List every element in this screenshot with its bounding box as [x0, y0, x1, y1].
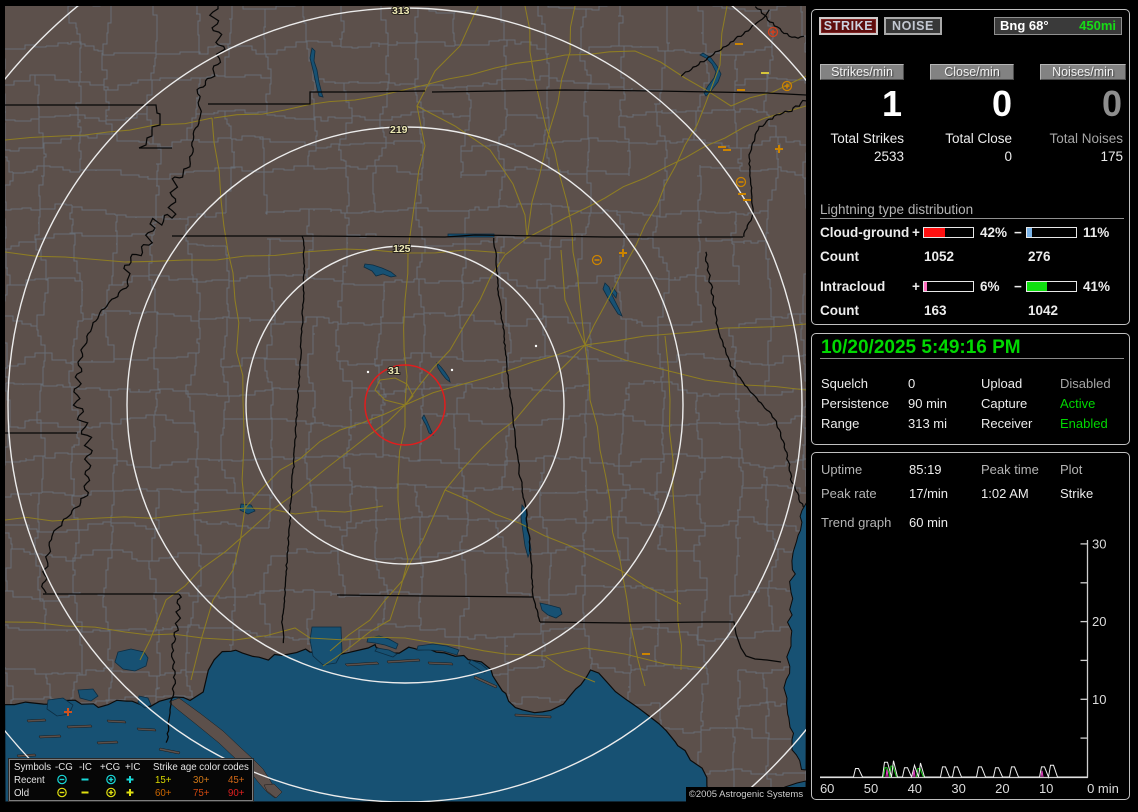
svg-text:20: 20: [995, 781, 1009, 796]
svg-text:+IC: +IC: [125, 762, 140, 773]
svg-text:60: 60: [820, 781, 834, 796]
svg-text:15+: 15+: [155, 775, 172, 786]
svg-text:219: 219: [390, 124, 408, 136]
svg-text:40: 40: [908, 781, 922, 796]
svg-text:31: 31: [388, 365, 400, 377]
svg-text:10: 10: [1039, 781, 1053, 796]
svg-text:30: 30: [1092, 536, 1106, 551]
svg-text:Symbols: Symbols: [14, 762, 51, 773]
svg-text:30+: 30+: [193, 775, 210, 786]
svg-text:-IC: -IC: [79, 762, 92, 773]
svg-text:60+: 60+: [155, 788, 172, 799]
svg-text:313: 313: [392, 6, 410, 17]
svg-text:0 min: 0 min: [1087, 781, 1119, 796]
svg-text:20: 20: [1092, 614, 1106, 629]
svg-text:+CG: +CG: [100, 762, 120, 773]
svg-text:-CG: -CG: [55, 762, 73, 773]
svg-text:Recent: Recent: [14, 775, 45, 786]
svg-text:75+: 75+: [193, 788, 210, 799]
svg-text:Strike age color codes: Strike age color codes: [153, 762, 249, 773]
svg-text:90+: 90+: [228, 788, 245, 799]
svg-text:125: 125: [393, 243, 411, 255]
svg-text:45+: 45+: [228, 775, 245, 786]
svg-text:30: 30: [951, 781, 965, 796]
svg-text:Old: Old: [14, 788, 29, 799]
svg-text:10: 10: [1092, 692, 1106, 707]
svg-text:50: 50: [864, 781, 878, 796]
